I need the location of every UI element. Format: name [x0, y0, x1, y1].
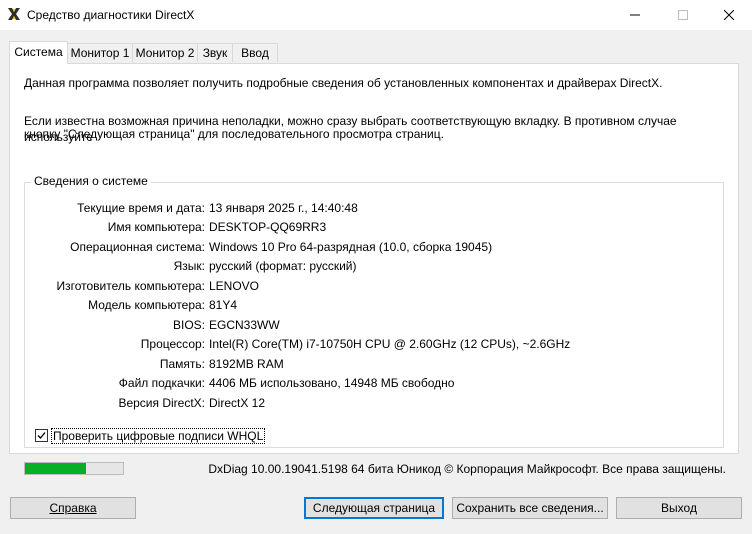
label-directx-version: Версия DirectX:	[118, 396, 205, 410]
tab-system[interactable]: Система	[9, 41, 68, 64]
exit-button[interactable]: Выход	[616, 497, 742, 519]
whql-label[interactable]: Проверить цифровые подписи WHQL	[51, 428, 266, 444]
label-manufacturer: Изготовитель компьютера:	[56, 279, 206, 293]
label-computer-name: Имя компьютера:	[107, 220, 205, 234]
value-page-file: 4406 МБ использовано, 14948 МБ свободно	[209, 376, 455, 390]
title-bar[interactable]: Средство диагностики DirectX	[0, 0, 752, 30]
value-language: русский (формат: русский)	[209, 259, 357, 273]
value-directx-version: DirectX 12	[209, 396, 266, 410]
label-os: Операционная система:	[70, 240, 205, 254]
tab-monitor-1[interactable]: Монитор 1	[67, 43, 133, 62]
close-button[interactable]	[706, 0, 752, 30]
label-processor: Процессор:	[140, 337, 205, 351]
directx-x-icon	[6, 6, 22, 22]
save-all-button-label: Сохранить все сведения...	[456, 501, 604, 515]
system-tab-panel: Данная программа позволяет получить подр…	[9, 63, 739, 454]
label-memory: Память:	[159, 357, 205, 371]
minimize-button[interactable]	[612, 0, 658, 30]
value-computer-name: DESKTOP-QQ69RR3	[209, 220, 327, 234]
value-memory: 8192MB RAM	[209, 357, 284, 371]
maximize-button[interactable]	[660, 0, 706, 30]
progress-bar	[24, 462, 124, 475]
progress-fill	[25, 463, 86, 474]
group-title: Сведения о системе	[31, 174, 151, 188]
copyright-text: DxDiag 10.00.19041.5198 64 бита Юникод ©…	[208, 462, 726, 476]
maximize-icon	[678, 10, 688, 20]
next-page-button[interactable]: Следующая страница	[304, 497, 444, 519]
value-datetime: 13 января 2025 г., 14:40:48	[209, 201, 358, 215]
hint-text-line-2: кнопку "Следующая страница" для последов…	[24, 127, 444, 141]
label-bios: BIOS:	[172, 318, 205, 332]
label-language: Язык:	[173, 259, 205, 273]
whql-checkbox[interactable]	[35, 429, 48, 442]
save-all-button[interactable]: Сохранить все сведения...	[452, 497, 608, 519]
window-title: Средство диагностики DirectX	[27, 8, 195, 22]
label-datetime: Текущие время и дата:	[77, 201, 205, 215]
label-model: Модель компьютера:	[88, 298, 205, 312]
help-button[interactable]: Справка	[10, 497, 136, 519]
system-info-group: Сведения о системе Текущие время и дата:…	[24, 174, 724, 448]
value-model: 81Y4	[209, 298, 238, 312]
tab-sound[interactable]: Звук	[197, 43, 233, 62]
value-processor: Intel(R) Core(TM) i7-10750H CPU @ 2.60GH…	[209, 337, 571, 351]
next-page-button-label: Следующая страница	[312, 501, 436, 515]
close-icon	[724, 10, 734, 20]
label-page-file: Файл подкачки:	[118, 376, 205, 390]
value-os: Windows 10 Pro 64-разрядная (10.0, сборк…	[209, 240, 493, 254]
exit-button-label: Выход	[661, 501, 697, 515]
value-bios: EGCN33WW	[209, 318, 280, 332]
tab-monitor-2[interactable]: Монитор 2	[132, 43, 198, 62]
tab-input[interactable]: Ввод	[232, 43, 278, 62]
value-manufacturer: LENOVO	[209, 279, 260, 293]
help-button-label: Справка	[49, 501, 97, 515]
intro-text: Данная программа позволяет получить подр…	[24, 76, 663, 90]
minimize-icon	[630, 10, 640, 20]
